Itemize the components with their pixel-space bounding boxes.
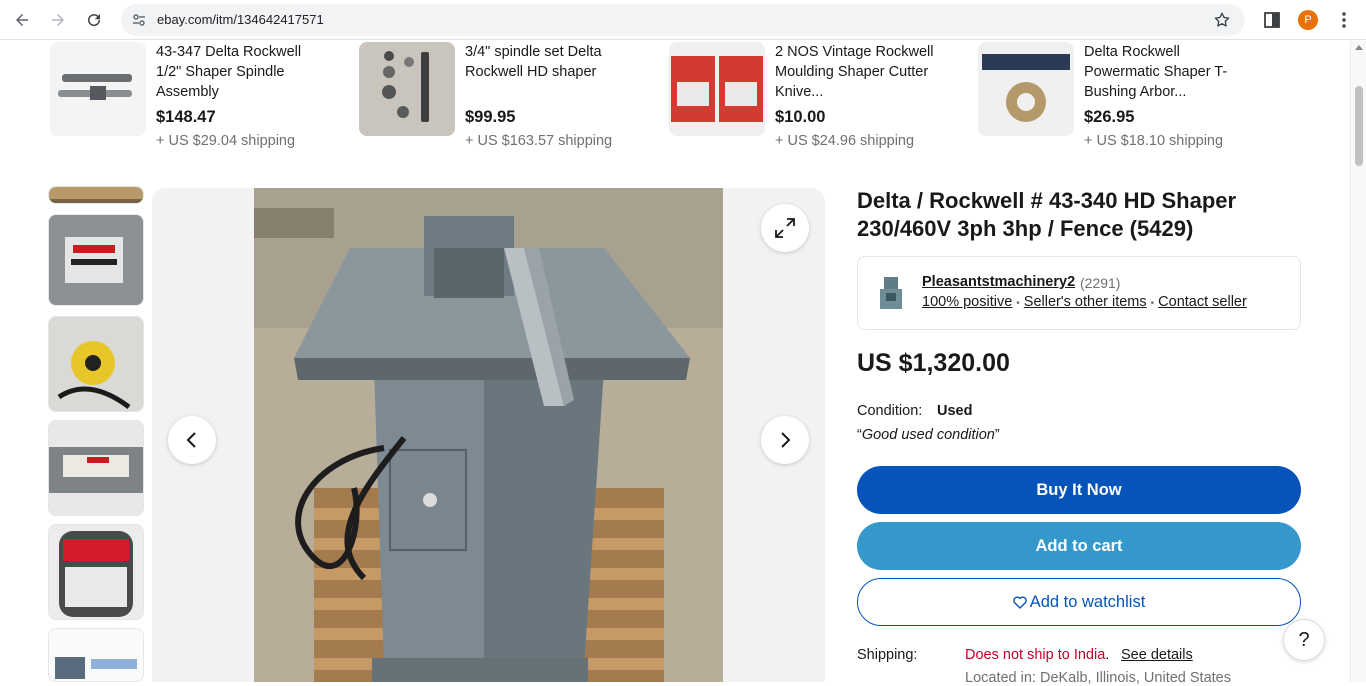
seller-name-link[interactable]: Pleasantstmachinery2 <box>922 274 1075 290</box>
similar-item-card[interactable]: 43-347 Delta Rockwell 1/2" Shaper Spindl… <box>50 42 340 152</box>
similar-item-shipping: + US $163.57 shipping <box>465 133 613 149</box>
side-panel-icon[interactable] <box>1262 10 1282 30</box>
condition-label: Condition: <box>857 403 923 419</box>
browser-menu-icon[interactable] <box>1334 10 1354 30</box>
similar-item-price: $10.00 <box>775 108 826 126</box>
main-product-image[interactable] <box>152 188 825 682</box>
condition-quote-text: Good used condition <box>861 427 995 443</box>
item-price: US $1,320.00 <box>857 349 1010 377</box>
url-text[interactable]: ebay.com/itm/134642417571 <box>157 12 324 27</box>
similar-item-title[interactable]: 3/4" spindle set Delta Rockwell HD shape… <box>465 42 635 82</box>
help-button[interactable]: ? <box>1283 619 1325 661</box>
seller-feedback-count: (2291) <box>1080 275 1121 291</box>
gallery-thumbnail[interactable] <box>48 420 144 516</box>
seller-avatar[interactable] <box>874 273 908 313</box>
similar-item-image[interactable] <box>978 42 1074 136</box>
similar-item-price: $26.95 <box>1084 108 1135 126</box>
similar-item-image[interactable] <box>359 42 455 136</box>
item-location: Located in: DeKalb, Illinois, United Sta… <box>965 670 1231 686</box>
similar-item-price: $99.95 <box>465 108 516 126</box>
seller-links: 100% positive • Seller's other items • Conta… <box>922 294 1247 310</box>
similar-item-price: $148.47 <box>156 108 216 126</box>
add-to-cart-button[interactable]: Add to cart <box>857 522 1301 570</box>
add-to-watchlist-button[interactable]: Add to watchlist <box>857 578 1301 626</box>
gallery-thumbnail[interactable] <box>48 316 144 412</box>
similar-item-title[interactable]: Delta Rockwell Powermatic Shaper T-Bushi… <box>1084 42 1254 102</box>
bookmark-star-icon[interactable] <box>1213 11 1231 29</box>
scrollbar-thumb[interactable] <box>1355 86 1363 166</box>
similar-item-shipping: + US $24.96 shipping <box>775 133 915 149</box>
gallery-thumbnail[interactable] <box>48 524 144 620</box>
shipping-label: Shipping: <box>857 647 918 663</box>
product-photo <box>254 188 723 682</box>
site-settings-icon[interactable] <box>131 12 147 28</box>
condition-value: Used <box>937 403 973 419</box>
reload-icon[interactable] <box>82 8 106 32</box>
buy-it-now-button[interactable]: Buy It Now <box>857 466 1301 514</box>
back-icon[interactable] <box>10 8 34 32</box>
gallery-thumbnail[interactable] <box>48 628 144 682</box>
forward-icon[interactable] <box>46 8 70 32</box>
similar-item-title[interactable]: 43-347 Delta Rockwell 1/2" Shaper Spindl… <box>156 42 326 102</box>
positive-feedback-link[interactable]: 100% positive <box>922 294 1012 310</box>
similar-item-title[interactable]: 2 NOS Vintage Rockwell Moulding Shaper C… <box>775 42 945 102</box>
similar-item-card[interactable]: Delta Rockwell Powermatic Shaper T-Bushi… <box>978 42 1268 152</box>
shipping-status: Does not ship to India. <box>965 647 1110 663</box>
separator-dot: • <box>1016 298 1020 309</box>
separator-dot: • <box>1150 298 1155 309</box>
similar-item-card[interactable]: 2 NOS Vintage Rockwell Moulding Shaper C… <box>669 42 959 152</box>
listing-title: Delta / Rockwell # 43-340 HD Shaper 230/… <box>857 188 1237 241</box>
see-details-link[interactable]: See details <box>1121 647 1193 663</box>
address-bar[interactable]: ebay.com/itm/134642417571 <box>121 4 1245 36</box>
similar-item-image[interactable] <box>669 42 765 136</box>
next-image-icon[interactable] <box>761 416 809 464</box>
gallery-thumbnail[interactable] <box>48 214 144 306</box>
contact-seller-link[interactable]: Contact seller <box>1158 294 1247 310</box>
similar-item-shipping: + US $18.10 shipping <box>1084 133 1224 149</box>
seller-card: Pleasantstmachinery2 (2291) 100% positiv… <box>857 256 1301 330</box>
profile-avatar[interactable]: P <box>1298 10 1318 30</box>
similar-item-image[interactable] <box>50 42 146 136</box>
browser-toolbar: ebay.com/itm/134642417571 P <box>0 0 1366 40</box>
condition-description: “Good used condition” <box>857 427 1000 443</box>
page-scrollbar[interactable] <box>1350 41 1366 682</box>
similar-item-card[interactable]: 3/4" spindle set Delta Rockwell HD shape… <box>359 42 649 152</box>
seller-other-items-link[interactable]: Seller's other items <box>1024 294 1147 310</box>
watchlist-label: Add to watchlist <box>1029 592 1146 611</box>
heart-icon <box>1012 595 1027 609</box>
gallery-thumbnail[interactable] <box>48 186 144 204</box>
similar-item-shipping: + US $29.04 shipping <box>156 133 296 149</box>
expand-icon[interactable] <box>761 204 809 252</box>
scroll-up-icon[interactable] <box>1355 45 1363 50</box>
previous-image-icon[interactable] <box>168 416 216 464</box>
shipping-status-text: Does not ship to India <box>965 647 1106 663</box>
